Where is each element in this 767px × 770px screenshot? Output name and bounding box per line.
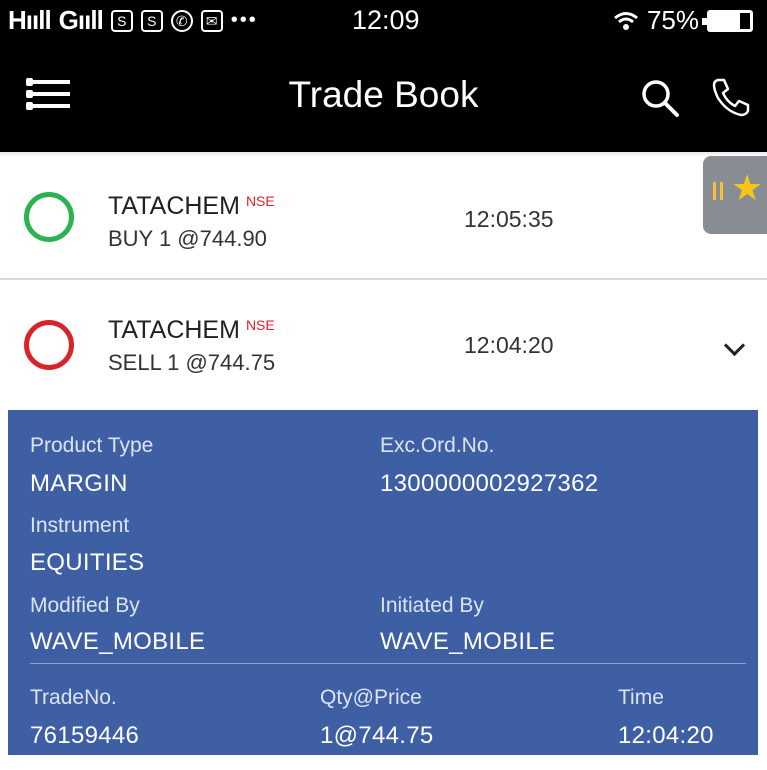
trade-row[interactable]: TATACHEM NSE BUY 1 @744.90 12:05:35 bbox=[0, 152, 767, 280]
floating-watchlist-tab[interactable]: ★ bbox=[703, 156, 767, 234]
more-icon: ••• bbox=[230, 9, 258, 31]
initiated-by-value: WAVE_MOBILE bbox=[380, 628, 556, 655]
trade-time: 12:04:20 bbox=[464, 332, 554, 358]
exchange-badge: NSE bbox=[245, 193, 275, 209]
battery-icon bbox=[702, 9, 753, 32]
search-icon[interactable] bbox=[640, 78, 680, 118]
sim-s-icon: S bbox=[110, 9, 133, 32]
star-icon: ★ bbox=[731, 167, 764, 208]
trade-row[interactable]: TATACHEM NSE SELL 1 @744.75 12:04:20 bbox=[0, 286, 767, 410]
status-bar: Hııll Gııll S S ✆ ✉ ••• 12:09 75% bbox=[0, 0, 767, 42]
qty-price-value: 1@744.75 bbox=[320, 722, 434, 749]
app-bar: Trade Book bbox=[0, 42, 767, 152]
symbol-text: TATACHEM bbox=[108, 192, 240, 220]
trade-no-value: 76159446 bbox=[30, 722, 140, 749]
phone-icon[interactable] bbox=[710, 76, 752, 118]
qty-price-label: Qty@Price bbox=[320, 686, 422, 709]
buy-indicator-icon bbox=[24, 192, 74, 242]
time-label: Time bbox=[618, 686, 664, 709]
wifi-icon bbox=[614, 11, 638, 30]
trade-side-qty-price: SELL 1 @744.75 bbox=[108, 350, 276, 375]
sim-s-icon: S bbox=[140, 9, 163, 32]
instrument-value: EQUITIES bbox=[30, 549, 145, 576]
trade-symbol: TATACHEM NSE bbox=[108, 316, 275, 345]
bottom-margin bbox=[0, 755, 767, 770]
trade-side-qty-price: BUY 1 @744.90 bbox=[108, 226, 267, 251]
trade-no-label: TradeNo. bbox=[30, 686, 117, 709]
symbol-text: TATACHEM bbox=[108, 316, 240, 344]
battery-percent: 75% bbox=[646, 5, 699, 35]
product-type-label: Product Type bbox=[30, 434, 154, 457]
exchange-badge: NSE bbox=[245, 317, 275, 333]
trade-time: 12:05:35 bbox=[464, 206, 554, 232]
signal-strength-2: Gııll bbox=[58, 5, 104, 35]
modified-by-value: WAVE_MOBILE bbox=[30, 628, 206, 655]
product-type-value: MARGIN bbox=[30, 470, 128, 497]
instrument-label: Instrument bbox=[30, 514, 130, 537]
status-bar-right: 75% bbox=[613, 5, 753, 36]
status-bar-left: Hııll Gııll S S ✆ ✉ ••• bbox=[8, 5, 258, 36]
mail-icon: ✉ bbox=[200, 9, 223, 32]
exc-ord-no-value: 1300000002927362 bbox=[380, 470, 599, 497]
trade-detail-panel: Product Type MARGIN Exc.Ord.No. 13000000… bbox=[8, 410, 758, 755]
signal-strength-1: Hııll bbox=[8, 5, 52, 35]
exc-ord-no-label: Exc.Ord.No. bbox=[380, 434, 495, 457]
pause-icon bbox=[713, 182, 723, 200]
time-value: 12:04:20 bbox=[618, 722, 714, 749]
initiated-by-label: Initiated By bbox=[380, 594, 484, 617]
modified-by-label: Modified By bbox=[30, 594, 140, 617]
status-time: 12:09 bbox=[352, 5, 420, 35]
whatsapp-icon: ✆ bbox=[170, 9, 193, 32]
chevron-down-icon[interactable] bbox=[723, 334, 746, 357]
sell-indicator-icon bbox=[24, 320, 74, 370]
trade-symbol: TATACHEM NSE bbox=[108, 192, 275, 221]
divider bbox=[30, 663, 746, 664]
